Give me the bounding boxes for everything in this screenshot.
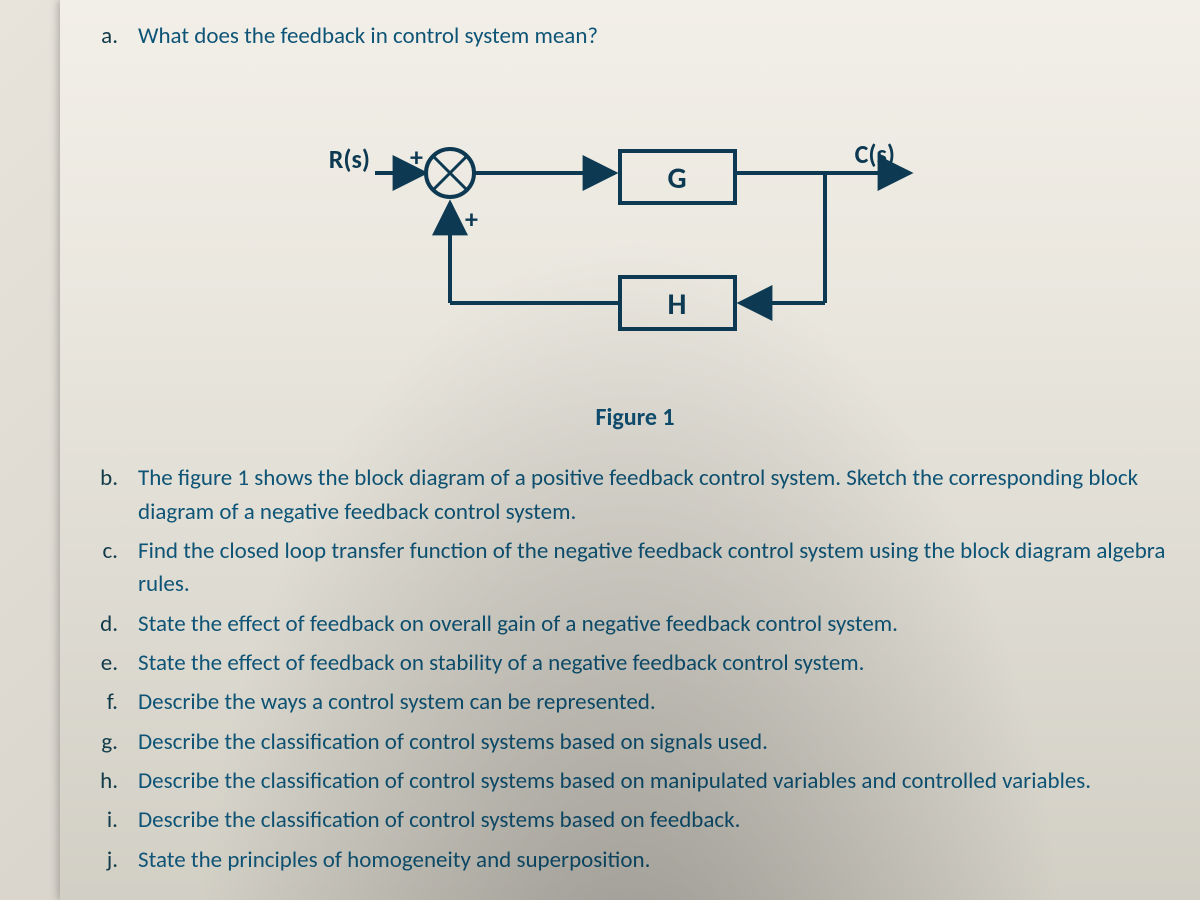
list-item: f. Describe the ways a control system ca… [90,686,1180,719]
list-item: i. Describe the classification of contro… [90,804,1180,837]
item-text: State the principles of homogeneity and … [138,844,1180,877]
figure-caption: Figure 1 [90,403,1180,432]
forward-block-label: G [667,160,686,197]
item-text: Describe the classification of control s… [138,765,1180,798]
question-list: b. The figure 1 shows the block diagram … [90,462,1180,877]
figure-1: R(s) + + G C(s) H [90,133,1180,432]
sum-plus-top: + [410,141,423,173]
list-item: e. State the effect of feedback on stabi… [90,647,1180,680]
item-text: State the effect of feedback on stabilit… [138,647,1180,680]
item-text: Describe the classification of control s… [138,726,1180,759]
list-item: b. The figure 1 shows the block diagram … [90,462,1180,529]
question-a-text: What does the feedback in control system… [138,20,1180,53]
item-marker: c. [90,535,118,602]
item-marker: f. [90,686,118,719]
item-marker: g. [90,726,118,759]
item-text: Find the closed loop transfer function o… [138,535,1180,602]
item-marker: d. [90,608,118,641]
item-text: The figure 1 shows the block diagram of … [138,462,1180,529]
question-a-marker: a. [90,20,118,53]
item-marker: h. [90,765,118,798]
feedback-block-label: H [668,286,687,323]
list-item: j. State the principles of homogeneity a… [90,844,1180,877]
item-text: Describe the ways a control system can b… [138,686,1180,719]
block-diagram-svg: R(s) + + G C(s) H [315,133,955,353]
document-page: a. What does the feedback in control sys… [60,0,1200,900]
sum-plus-bottom: + [465,203,478,235]
list-item: c. Find the closed loop transfer functio… [90,535,1180,602]
item-marker: j. [90,844,118,877]
output-label: C(s) [855,138,895,170]
list-item: g. Describe the classification of contro… [90,726,1180,759]
item-marker: e. [90,647,118,680]
input-label: R(s) [329,143,370,175]
item-text: Describe the classification of control s… [138,804,1180,837]
item-text: State the effect of feedback on overall … [138,608,1180,641]
item-marker: i. [90,804,118,837]
question-a: a. What does the feedback in control sys… [90,20,1180,53]
list-item: d. State the effect of feedback on overa… [90,608,1180,641]
item-marker: b. [90,462,118,529]
list-item: h. Describe the classification of contro… [90,765,1180,798]
